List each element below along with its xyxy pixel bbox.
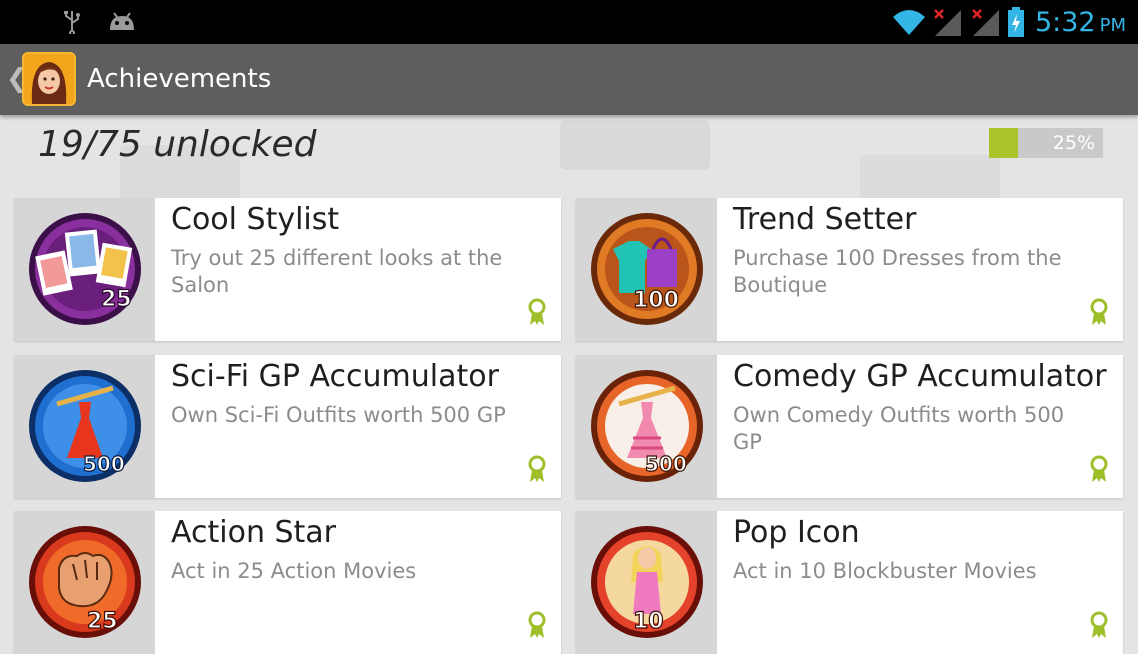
status-clock: 5:32 PM [1035, 7, 1126, 38]
wifi-icon [892, 10, 925, 35]
achievement-title: Action Star [171, 515, 337, 550]
achievement-badge-cell: 10 [576, 511, 717, 654]
status-left-icons [62, 10, 137, 36]
status-bar: 5:32 PM [0, 0, 1138, 44]
battery-charging-icon [1007, 7, 1024, 37]
usb-icon [64, 11, 80, 36]
award-ribbon-icon [1090, 455, 1108, 482]
dress-hanger-badge-icon: 500 [591, 370, 703, 482]
app-avatar-icon[interactable] [22, 52, 76, 106]
achievement-title: Trend Setter [733, 202, 917, 237]
achievement-description: Own Sci-Fi Outfits worth 500 GP [171, 403, 506, 427]
achievement-badge-cell: 25 [14, 198, 155, 341]
achievement-title: Cool Stylist [171, 202, 340, 237]
progress-fill [989, 128, 1018, 158]
status-right-icons: 5:32 PM [891, 4, 1126, 40]
achievement-card[interactable]: 25 Action Star Act in 25 Action Movies [14, 511, 561, 654]
award-ribbon-icon [528, 298, 546, 325]
shopping-bag-badge-icon: 100 [591, 213, 703, 325]
signal-no-service-icon [972, 9, 999, 36]
fist-badge-icon: 25 [29, 526, 141, 638]
achievement-title: Sci-Fi GP Accumulator [171, 359, 499, 394]
badge-number: 500 [83, 452, 125, 476]
achievement-card[interactable]: 25 Cool Stylist Try out 25 different loo… [14, 198, 561, 341]
achievement-card[interactable]: 100 Trend Setter Purchase 100 Dresses fr… [576, 198, 1123, 341]
achievement-badge-cell: 25 [14, 511, 155, 654]
achievement-badge-cell: 500 [576, 355, 717, 498]
unlocked-count: 19/75 unlocked [38, 124, 317, 165]
achievement-description: Own Comedy Outfits worth 500 GP [733, 403, 1065, 454]
achievement-badge-cell: 100 [576, 198, 717, 341]
achievement-title: Pop Icon [733, 515, 860, 550]
badge-number: 10 [633, 609, 664, 634]
star-girl-badge-icon: 10 [591, 526, 703, 638]
achievement-description: Try out 25 different looks at the Salon [171, 246, 503, 297]
signal-no-service-icon [934, 9, 961, 36]
achievement-badge-cell: 500 [14, 355, 155, 498]
achievement-description: Purchase 100 Dresses from the Boutique [733, 246, 1062, 297]
badge-number: 25 [101, 287, 132, 312]
achievement-card[interactable]: 500 Comedy GP Accumulator Own Comedy Out… [576, 355, 1123, 498]
award-ribbon-icon [528, 455, 546, 482]
achievement-card[interactable]: 500 Sci-Fi GP Accumulator Own Sci-Fi Out… [14, 355, 561, 498]
award-ribbon-icon [1090, 611, 1108, 638]
unlock-progress-bar: 25% [989, 128, 1103, 158]
progress-label: 25% [1052, 132, 1095, 154]
android-debug-icon [110, 12, 135, 30]
achievement-card[interactable]: 10 Pop Icon Act in 10 Blockbuster Movies [576, 511, 1123, 654]
page-title: Achievements [87, 64, 272, 94]
badge-number: 500 [645, 452, 687, 476]
clock-time: 5:32 [1034, 6, 1096, 38]
award-ribbon-icon [1090, 298, 1108, 325]
dress-hanger-badge-icon: 500 [29, 370, 141, 482]
achievement-description: Act in 10 Blockbuster Movies [733, 559, 1037, 583]
achievement-title: Comedy GP Accumulator [733, 359, 1107, 394]
action-bar: ❮ Achievements [0, 44, 1138, 115]
badge-number: 25 [87, 609, 118, 634]
clock-ampm: PM [1099, 14, 1126, 36]
photos-badge-icon: 25 [29, 213, 141, 325]
achievement-description: Act in 25 Action Movies [171, 559, 417, 583]
award-ribbon-icon [528, 611, 546, 638]
badge-number: 100 [633, 288, 679, 313]
